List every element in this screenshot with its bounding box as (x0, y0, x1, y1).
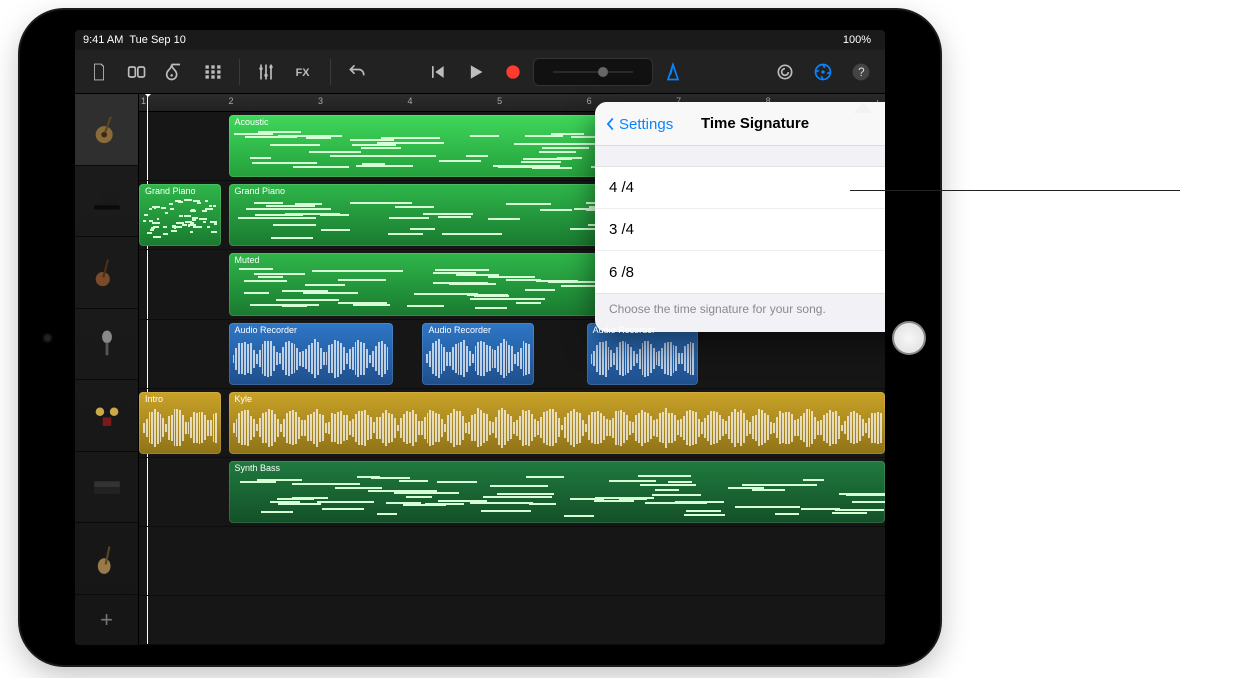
separator (239, 59, 240, 85)
region-label: Grand Piano (145, 186, 196, 196)
metronome-button[interactable] (655, 54, 691, 90)
popover-back-button[interactable]: Settings (603, 102, 673, 146)
region-label: Kyle (235, 394, 253, 404)
region-label: Muted (235, 255, 260, 265)
waveform (143, 406, 217, 450)
status-bar: 9:41 AM Tue Sep 10 100% (75, 30, 885, 50)
mixer-button[interactable] (248, 54, 284, 90)
popover-options: 4 /4 ✓ 3 /4 6 /8 (595, 166, 885, 294)
lane-mandolin[interactable] (139, 527, 885, 596)
option-label: 6 /8 (609, 264, 634, 281)
popover-spacer (595, 146, 885, 166)
midi-content (233, 475, 881, 519)
svg-text:?: ? (858, 66, 865, 79)
waveform (591, 337, 695, 381)
piano-icon (90, 184, 124, 218)
lane-empty[interactable] (139, 596, 885, 645)
time-signature-popover: Settings Time Signature 4 /4 ✓ 3 /4 6 /8… (595, 102, 885, 332)
battery-pct: 100% (843, 34, 871, 46)
rewind-button[interactable] (419, 54, 455, 90)
popover-back-label: Settings (619, 116, 673, 133)
app-toolbar: FX (75, 50, 885, 94)
track-header-synth[interactable] (75, 452, 138, 524)
browser-button[interactable] (119, 54, 155, 90)
time-signature-option[interactable]: 4 /4 ✓ (595, 167, 885, 209)
separator (330, 59, 331, 85)
region-label: Synth Bass (235, 463, 281, 473)
ruler-mark: 2 (229, 96, 234, 106)
region[interactable]: Synth Bass (229, 461, 885, 523)
midi-content (143, 198, 217, 242)
region-label: Audio Recorder (235, 325, 298, 335)
ipad-frame: 9:41 AM Tue Sep 10 100% (20, 10, 940, 665)
track-headers: + (75, 94, 139, 645)
guitar-icon (90, 112, 124, 146)
tracks-view-button[interactable] (195, 54, 231, 90)
ruler-mark: 6 (587, 96, 592, 106)
mic-icon (90, 327, 124, 361)
settings-button[interactable] (805, 54, 841, 90)
record-button[interactable] (495, 54, 531, 90)
fx-button[interactable]: FX (286, 54, 322, 90)
region-label: Audio Recorder (593, 325, 656, 335)
screen: 9:41 AM Tue Sep 10 100% (75, 30, 885, 645)
time-signature-option[interactable]: 3 /4 (595, 209, 885, 251)
chevron-left-icon (603, 117, 617, 131)
bass-icon (90, 255, 124, 289)
region-label: Intro (145, 394, 163, 404)
keyboard-icon (90, 470, 124, 504)
add-track-button[interactable]: + (75, 595, 138, 645)
plus-icon: + (100, 607, 113, 633)
track-header-mic[interactable] (75, 309, 138, 381)
drums-icon (90, 399, 124, 433)
status-time: 9:41 AM (83, 34, 123, 46)
ruler-mark: 3 (318, 96, 323, 106)
status-date: Tue Sep 10 (129, 34, 185, 46)
option-label: 3 /4 (609, 221, 634, 238)
region[interactable]: Intro (139, 392, 221, 454)
region-label: Acoustic (235, 117, 269, 127)
help-button[interactable]: ? (843, 54, 879, 90)
region-label: Grand Piano (235, 186, 286, 196)
my-songs-button[interactable] (81, 54, 117, 90)
play-button[interactable] (457, 54, 493, 90)
lane-synth[interactable]: Synth Bass (139, 458, 885, 527)
time-signature-option[interactable]: 6 /8 (595, 251, 885, 293)
mandolin-icon (90, 542, 124, 576)
callout-leader-line (850, 190, 1180, 191)
waveform (426, 337, 530, 381)
region[interactable]: Audio Recorder (229, 323, 393, 385)
track-header-bass[interactable] (75, 237, 138, 309)
track-header-guitar[interactable] (75, 94, 138, 166)
loop-browser-button[interactable] (767, 54, 803, 90)
track-header-mandolin[interactable] (75, 523, 138, 595)
lane-drums[interactable]: Intro Kyle (139, 389, 885, 458)
ruler-mark: 4 (408, 96, 413, 106)
home-button[interactable] (892, 321, 926, 355)
front-camera (44, 334, 51, 341)
undo-button[interactable] (339, 54, 375, 90)
region[interactable]: Grand Piano (139, 184, 221, 246)
region[interactable]: Kyle (229, 392, 885, 454)
region-label: Audio Recorder (428, 325, 491, 335)
option-label: 4 /4 (609, 179, 634, 196)
svg-text:FX: FX (296, 67, 311, 79)
waveform (233, 406, 881, 450)
lcd-display[interactable] (533, 58, 653, 86)
waveform (233, 337, 389, 381)
instrument-button[interactable] (157, 54, 193, 90)
track-header-drums[interactable] (75, 380, 138, 452)
ruler-mark: 5 (497, 96, 502, 106)
popover-title: Time Signature (701, 115, 809, 132)
track-header-piano[interactable] (75, 166, 138, 238)
popover-header: Settings Time Signature (595, 102, 885, 146)
region[interactable]: Audio Recorder (422, 323, 534, 385)
